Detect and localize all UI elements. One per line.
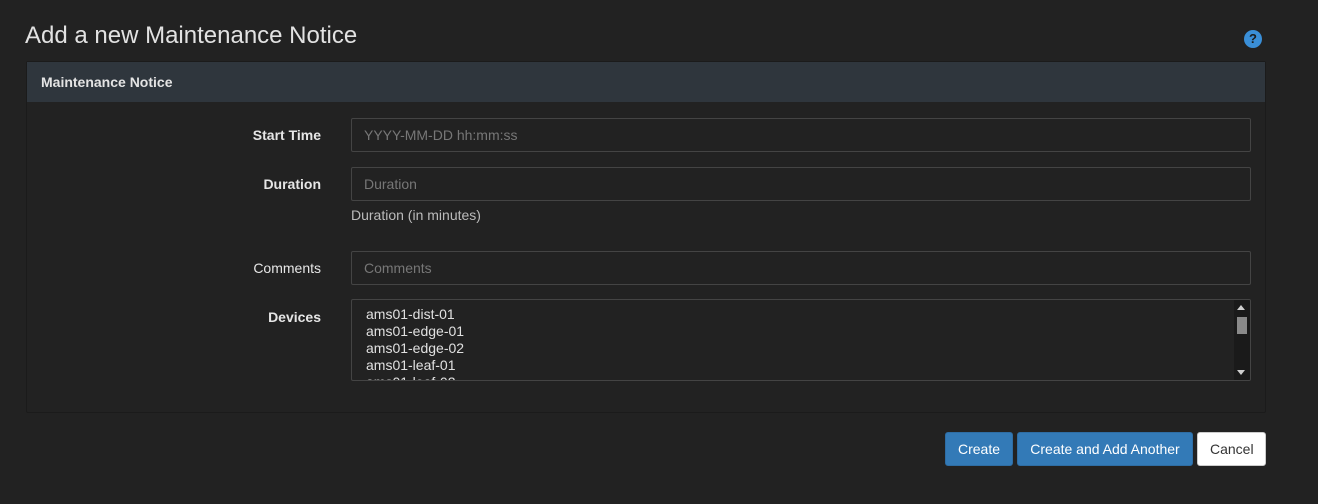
page-title: Add a new Maintenance Notice	[25, 22, 358, 49]
scroll-thumb[interactable]	[1237, 317, 1247, 334]
duration-label: Duration	[263, 176, 321, 192]
panel-heading: Maintenance Notice	[27, 62, 1265, 102]
duration-input[interactable]	[351, 167, 1251, 201]
create-button[interactable]: Create	[945, 432, 1013, 466]
cancel-button[interactable]: Cancel	[1197, 432, 1266, 466]
device-option[interactable]: ams01-leaf-01	[366, 357, 1236, 374]
maintenance-notice-panel: Maintenance Notice Start Time Duration D…	[26, 61, 1266, 413]
devices-select[interactable]: ams01-dist-01 ams01-edge-01 ams01-edge-0…	[351, 299, 1251, 381]
start-time-label: Start Time	[252, 127, 321, 143]
question-circle-icon[interactable]: ?	[1244, 30, 1262, 48]
scroll-down-arrow-icon[interactable]	[1237, 370, 1245, 375]
device-option[interactable]: ams01-edge-02	[366, 340, 1236, 357]
create-and-add-another-button[interactable]: Create and Add Another	[1017, 432, 1193, 466]
device-option[interactable]: ams01-edge-01	[366, 323, 1236, 340]
start-time-input[interactable]	[351, 118, 1251, 152]
devices-scrollbar[interactable]	[1234, 300, 1250, 380]
device-option[interactable]: ams01-leaf-02	[366, 374, 1236, 380]
duration-help-text: Duration (in minutes)	[351, 207, 481, 223]
comments-label: Comments	[253, 260, 321, 276]
comments-input[interactable]	[351, 251, 1251, 285]
scroll-up-arrow-icon[interactable]	[1237, 305, 1245, 310]
devices-label: Devices	[268, 309, 321, 325]
device-option[interactable]: ams01-dist-01	[366, 306, 1236, 323]
devices-options-list: ams01-dist-01 ams01-edge-01 ams01-edge-0…	[352, 300, 1250, 380]
